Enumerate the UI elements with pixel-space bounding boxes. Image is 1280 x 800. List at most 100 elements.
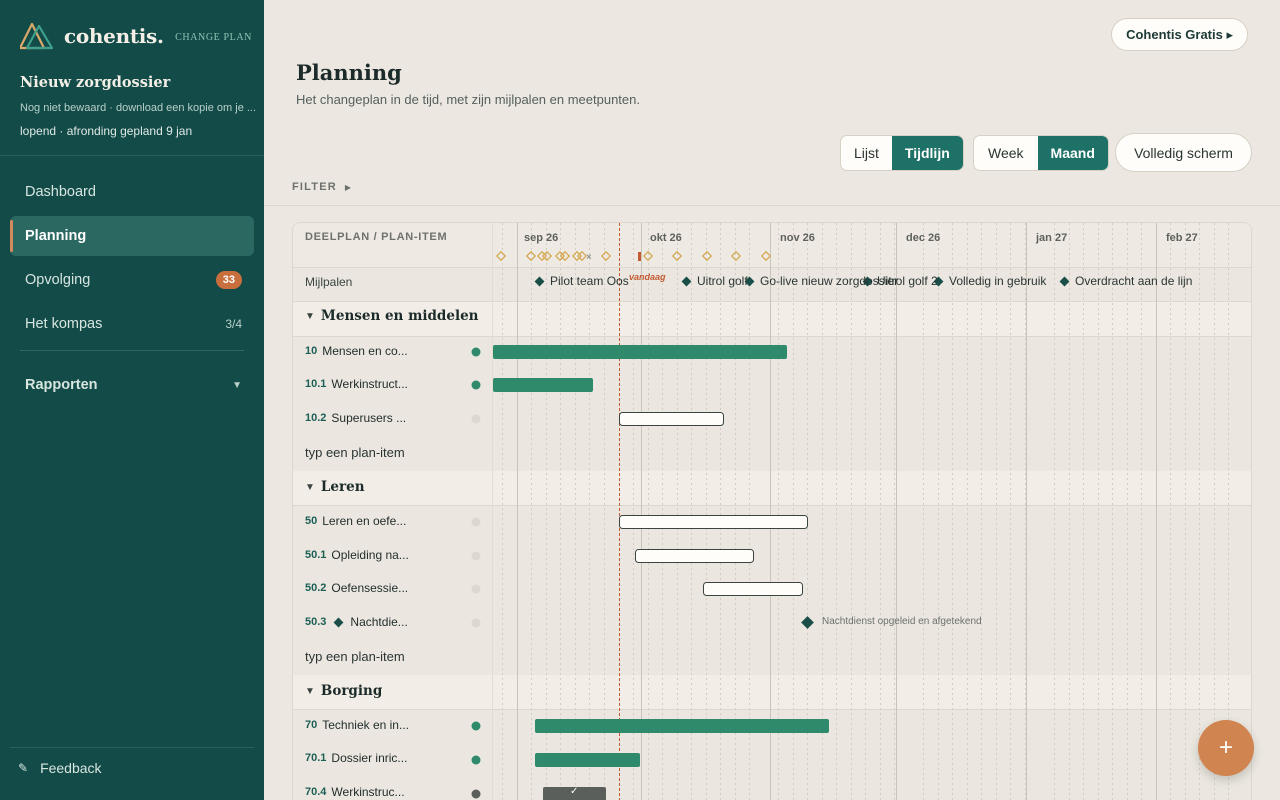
tab-lijst[interactable]: Lijst: [841, 136, 892, 170]
meetpunt-cross-marker: ×: [586, 252, 592, 263]
sidebar-item-label: Planning: [25, 228, 87, 244]
sidebar-item-opvolging[interactable]: Opvolging 33: [10, 260, 254, 300]
item-number: 50: [305, 515, 318, 527]
sidebar-item-label: Opvolging: [25, 272, 91, 288]
tab-week[interactable]: Week: [974, 136, 1038, 170]
sidebar-item-rapporten[interactable]: Rapporten ▼: [10, 365, 254, 405]
milestone-label[interactable]: Pilot team Oos: [550, 274, 629, 288]
pencil-icon: ✎: [18, 761, 29, 775]
sidebar-item-label: Het kompas: [25, 316, 103, 332]
item-label: Dossier inric...: [331, 751, 408, 765]
table-row[interactable]: 70.4 Werkinstruc...: [305, 785, 405, 799]
group-name: Mensen en middelen: [320, 308, 479, 324]
sidebar-nav-divider: [20, 350, 244, 351]
sidebar: cohentis. CHANGE PLAN Nieuw zorgdossier …: [0, 0, 264, 800]
caret-down-icon: ▼: [305, 310, 315, 322]
today-header-marker: [638, 252, 641, 261]
table-row[interactable]: 10.1 Werkinstruct...: [305, 377, 408, 391]
chevron-down-icon: ▼: [232, 379, 242, 391]
bar-50-1: [635, 549, 754, 563]
sidebar-item-planning[interactable]: Planning: [10, 216, 254, 256]
table-row[interactable]: 50.1 Opleiding na...: [305, 548, 409, 562]
bar-70-1: [535, 753, 640, 767]
status-dot: [471, 755, 481, 765]
item-number: 50.1: [305, 549, 327, 561]
item-label: Leren en oefe...: [322, 514, 407, 528]
add-button[interactable]: +: [1198, 720, 1254, 776]
status-dot: [471, 414, 481, 424]
bar-50-2: [703, 582, 803, 596]
group-name: Leren: [320, 479, 365, 495]
filter-label: FILTER: [292, 181, 337, 193]
feedback-label: Feedback: [40, 760, 102, 776]
bar-50: [619, 515, 808, 529]
table-row[interactable]: 10 Mensen en co...: [305, 344, 408, 358]
dossier-status: lopend · afronding gepland 9 jan: [20, 124, 193, 138]
table-row[interactable]: 50.3 Nachtdie...: [305, 615, 408, 629]
sidebar-nav: Dashboard Planning Opvolging 33 Het komp…: [10, 172, 254, 409]
table-row[interactable]: 50.2 Oefensessie...: [305, 581, 408, 595]
item-label: Nachtdie...: [350, 615, 408, 629]
timeline-header-band: [293, 223, 1251, 267]
dossier-title: Nieuw zorgdossier: [20, 74, 171, 91]
table-row[interactable]: 50 Leren en oefe...: [305, 514, 406, 528]
status-dot: [471, 380, 481, 390]
tab-tijdlijn[interactable]: Tijdlijn: [891, 136, 963, 170]
month-label: feb 27: [1166, 232, 1198, 244]
add-plan-item-input[interactable]: typ een plan-item: [305, 649, 405, 664]
group-toggle-borging[interactable]: ▼ Borging: [305, 683, 382, 699]
brand-tag: CHANGE PLAN: [175, 32, 252, 43]
item-number: 50.3: [305, 616, 327, 628]
table-row[interactable]: 10.2 Superusers ...: [305, 411, 406, 425]
sidebar-item-kompas[interactable]: Het kompas 3/4: [10, 304, 254, 344]
group-toggle-leren[interactable]: ▼ Leren: [305, 479, 365, 495]
milestone-inline-label: Nachtdienst opgeleid en afgetekend: [822, 616, 982, 627]
fullscreen-button[interactable]: Volledig scherm: [1115, 133, 1252, 172]
table-row[interactable]: 70 Techniek en in...: [305, 718, 409, 732]
item-label: Mensen en co...: [322, 344, 408, 358]
month-label: jan 27: [1036, 232, 1068, 244]
milestone-label[interactable]: Uitrol golf 2: [877, 274, 938, 288]
filter-toggle[interactable]: FILTER ▶: [292, 181, 352, 193]
bar-70: [535, 719, 829, 733]
chevron-right-icon: ▶: [344, 183, 353, 192]
milestone-label[interactable]: Uitrol golf: [697, 274, 748, 288]
sidebar-divider: [0, 155, 264, 156]
today-label: vandaag: [629, 272, 666, 282]
sidebar-item-label: Dashboard: [25, 184, 96, 200]
timeline-column-header: DEELPLAN / PLAN-ITEM: [305, 231, 448, 243]
group-band-borging: [293, 675, 1251, 709]
status-dot: [471, 347, 481, 357]
item-label: Techniek en in...: [322, 718, 409, 732]
status-dot: [471, 721, 481, 731]
milestone-label[interactable]: Overdracht aan de lijn: [1075, 274, 1192, 288]
group-toggle-mensen[interactable]: ▼ Mensen en middelen: [305, 308, 478, 324]
view-toggle: Lijst Tijdlijn: [840, 135, 964, 171]
status-dot: [471, 517, 481, 527]
header-divider: [264, 205, 1280, 206]
month-label: nov 26: [780, 232, 815, 244]
timeline: × DEELPLAN / PLAN-ITEM sep 26 okt 26 nov…: [292, 222, 1252, 800]
page-subtitle: Het changeplan in de tijd, met zijn mijl…: [296, 92, 640, 107]
brand[interactable]: cohentis.: [20, 22, 164, 50]
group-name: Borging: [320, 683, 383, 699]
sidebar-item-label: Rapporten: [25, 377, 98, 393]
bar-10-2: [619, 412, 724, 426]
item-number: 10: [305, 345, 318, 357]
status-dot: [471, 789, 481, 799]
dossier-save-note[interactable]: Nog niet bewaard · download een kopie om…: [20, 102, 256, 114]
item-label: Opleiding na...: [331, 548, 409, 562]
sidebar-item-dashboard[interactable]: Dashboard: [10, 172, 254, 212]
add-plan-item-input[interactable]: typ een plan-item: [305, 445, 405, 460]
table-row[interactable]: 70.1 Dossier inric...: [305, 751, 407, 765]
plan-upgrade-button[interactable]: Cohentis Gratis ▸: [1111, 18, 1248, 51]
item-label: Superusers ...: [331, 411, 407, 425]
check-icon: ✓: [570, 786, 579, 797]
tab-maand[interactable]: Maand: [1037, 136, 1108, 170]
milestone-label[interactable]: Volledig in gebruik: [949, 274, 1046, 288]
item-number: 50.2: [305, 582, 327, 594]
item-number: 70.1: [305, 752, 327, 764]
milestones-row-label: Mijlpalen: [305, 275, 353, 289]
feedback-button[interactable]: ✎ Feedback: [10, 747, 254, 776]
caret-down-icon: ▼: [305, 685, 315, 697]
